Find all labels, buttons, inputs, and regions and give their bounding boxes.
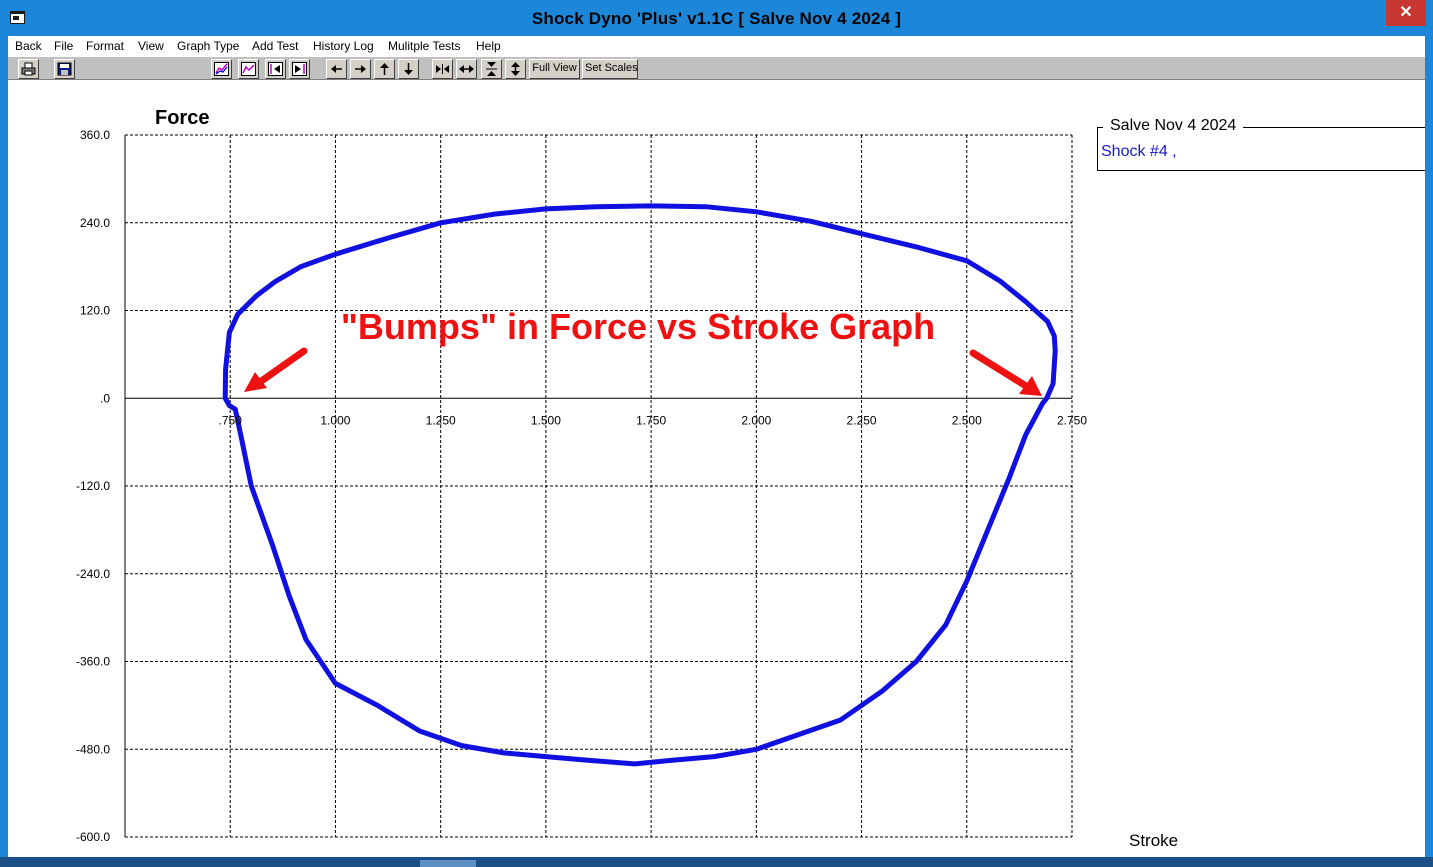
full-view-button[interactable]: Full View	[529, 59, 580, 79]
y-tick-label: .0	[100, 391, 110, 405]
window-frame-left	[0, 36, 8, 867]
save-button[interactable]	[54, 59, 75, 79]
y-tick-label: -360.0	[76, 655, 110, 669]
graph-overlay-icon	[214, 62, 229, 76]
y-tick-label: 360.0	[80, 128, 110, 142]
arrow-right-icon	[355, 65, 366, 73]
previous-test-button[interactable]	[265, 59, 286, 79]
next-test-icon	[292, 62, 307, 76]
window-frame-right	[1425, 36, 1433, 867]
pan-up-button[interactable]	[374, 59, 395, 79]
x-tick-label: .750	[219, 413, 243, 427]
menu-format[interactable]: Format	[86, 39, 124, 53]
graph-button[interactable]	[238, 59, 259, 79]
x-tick-label: 1.250	[426, 413, 456, 427]
menu-back[interactable]: Back	[15, 39, 42, 53]
arrow-up-icon	[380, 63, 389, 75]
y-tick-label: -600.0	[76, 830, 110, 844]
set-scales-button[interactable]: Set Scales	[582, 59, 638, 79]
menu-history-log[interactable]: History Log	[313, 39, 374, 53]
title-bar: Shock Dyno 'Plus' v1.1C [ Salve Nov 4 20…	[0, 0, 1433, 36]
shrink-vertical-icon	[486, 62, 497, 76]
menu-graph-type[interactable]: Graph Type	[177, 39, 239, 53]
menu-help[interactable]: Help	[476, 39, 501, 53]
chart-annotations: "Bumps" in Force vs Stroke Graph	[244, 306, 1042, 396]
expand-horizontal-icon	[459, 65, 474, 73]
expand-vertical-button[interactable]	[505, 59, 526, 79]
pan-down-button[interactable]	[398, 59, 419, 79]
close-button[interactable]: ✕	[1386, 0, 1426, 26]
y-tick-label: 240.0	[80, 216, 110, 230]
legend-entry-shock-4[interactable]: Shock #4 ,	[1101, 143, 1177, 161]
x-tick-label: 2.750	[1057, 413, 1087, 427]
menu-multiple-tests[interactable]: Mulitple Tests	[388, 39, 460, 53]
annotation-text: "Bumps" in Force vs Stroke Graph	[341, 306, 935, 347]
graph-icon	[241, 62, 256, 76]
arrow-down-icon	[404, 63, 413, 75]
arrow-left-icon	[331, 65, 342, 73]
chart-labels: .750 1.000 1.250 1.500 1.750 2.000 2.250 2.500 2…	[76, 107, 1178, 850]
pan-left-button[interactable]	[326, 59, 347, 79]
shrink-horizontal-icon	[436, 64, 449, 74]
print-button[interactable]	[18, 59, 39, 79]
next-test-button[interactable]	[289, 59, 310, 79]
expand-horizontal-button[interactable]	[456, 59, 477, 79]
menu-view[interactable]: View	[138, 39, 164, 53]
previous-test-icon	[268, 62, 283, 76]
annotation-arrow-right-shaft	[969, 349, 1030, 390]
annotation-arrow-left-shaft	[256, 347, 308, 386]
menu-file[interactable]: File	[54, 39, 73, 53]
menu-bar: Back File Format View Graph Type Add Tes…	[8, 36, 1425, 56]
x-axis-label: Stroke	[1129, 831, 1178, 850]
chart-series	[222, 203, 1058, 767]
pan-right-button[interactable]	[350, 59, 371, 79]
x-tick-label: 2.000	[741, 413, 771, 427]
save-icon	[57, 62, 72, 76]
legend-title: Salve Nov 4 2024	[1103, 117, 1244, 135]
x-tick-label: 1.000	[320, 413, 350, 427]
taskbar	[0, 857, 1433, 867]
force-stroke-chart: "Bumps" in Force vs Stroke Graph .750 1.0…	[76, 107, 1178, 850]
window-title: Shock Dyno 'Plus' v1.1C [ Salve Nov 4 20…	[531, 9, 902, 28]
menu-add-test[interactable]: Add Test	[252, 39, 298, 53]
x-tick-label: 2.250	[847, 413, 877, 427]
x-tick-label: 2.500	[952, 413, 982, 427]
y-tick-label: -480.0	[76, 742, 110, 756]
y-tick-label: 120.0	[80, 304, 110, 318]
y-axis-label: Force	[155, 107, 209, 129]
series-line	[222, 203, 1058, 767]
expand-vertical-icon	[511, 62, 520, 76]
x-tick-label: 1.500	[531, 413, 561, 427]
toolbar: Full View Set Scales	[8, 56, 1425, 80]
shrink-vertical-button[interactable]	[481, 59, 502, 79]
graph-overlay-button[interactable]	[211, 59, 232, 79]
chart-grid	[125, 134, 1073, 838]
print-icon	[21, 62, 36, 76]
y-tick-label: -120.0	[76, 479, 110, 493]
x-tick-label: 1.750	[636, 413, 666, 427]
y-tick-label: -240.0	[76, 567, 110, 581]
taskbar-active-app[interactable]	[420, 860, 476, 867]
shrink-horizontal-button[interactable]	[432, 59, 453, 79]
